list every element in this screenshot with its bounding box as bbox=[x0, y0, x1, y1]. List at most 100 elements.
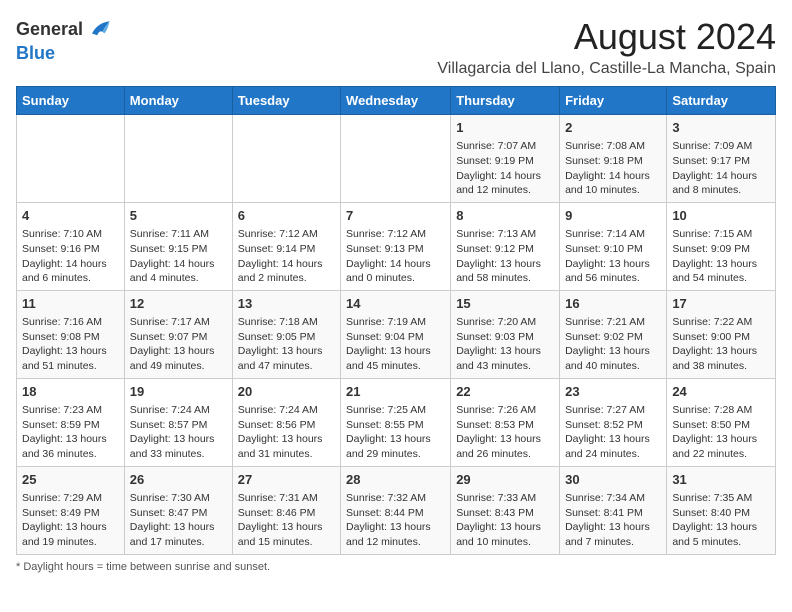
day-number: 20 bbox=[238, 383, 335, 401]
logo-bird-icon bbox=[85, 16, 113, 44]
day-number: 14 bbox=[346, 295, 445, 313]
day-info: Sunrise: 7:12 AM Sunset: 9:13 PM Dayligh… bbox=[346, 227, 445, 286]
calendar-cell bbox=[341, 115, 451, 203]
day-number: 30 bbox=[565, 471, 661, 489]
day-number: 31 bbox=[672, 471, 770, 489]
day-info: Sunrise: 7:12 AM Sunset: 9:14 PM Dayligh… bbox=[238, 227, 335, 286]
day-info: Sunrise: 7:26 AM Sunset: 8:53 PM Dayligh… bbox=[456, 403, 554, 462]
day-number: 12 bbox=[130, 295, 227, 313]
day-number: 23 bbox=[565, 383, 661, 401]
column-header-monday: Monday bbox=[124, 87, 232, 115]
calendar-cell: 8 Sunrise: 7:13 AM Sunset: 9:12 PM Daylig… bbox=[451, 202, 560, 290]
calendar-cell: 31 Sunrise: 7:35 AM Sunset: 8:40 PM Dayli… bbox=[667, 466, 776, 554]
calendar-cell: 14Sunrise: 7:19 AM Sunset: 9:04 PM Dayli… bbox=[341, 290, 451, 378]
day-number: 11 bbox=[22, 295, 119, 313]
day-info: Sunrise: 7:27 AM Sunset: 8:52 PM Dayligh… bbox=[565, 403, 661, 462]
week-row-3: 11 Sunrise: 7:16 AM Sunset: 9:08 PM Dayli… bbox=[17, 290, 776, 378]
day-info: Sunrise: 7:29 AM Sunset: 8:49 PM Dayligh… bbox=[22, 491, 119, 550]
calendar-cell: 2Sunrise: 7:08 AM Sunset: 9:18 PM Daylig… bbox=[560, 115, 667, 203]
day-number: 24 bbox=[672, 383, 770, 401]
calendar-cell: 5Sunrise: 7:11 AM Sunset: 9:15 PM Daylig… bbox=[124, 202, 232, 290]
column-header-sunday: Sunday bbox=[17, 87, 125, 115]
day-info: Sunrise: 7:33 AM Sunset: 8:43 PM Dayligh… bbox=[456, 491, 554, 550]
calendar-cell: 11 Sunrise: 7:16 AM Sunset: 9:08 PM Dayli… bbox=[17, 290, 125, 378]
day-number: 27 bbox=[238, 471, 335, 489]
calendar-cell: 4 Sunrise: 7:10 AM Sunset: 9:16 PM Daylig… bbox=[17, 202, 125, 290]
calendar-cell: 15Sunrise: 7:20 AM Sunset: 9:03 PM Dayli… bbox=[451, 290, 560, 378]
calendar-table: SundayMondayTuesdayWednesdayThursdayFrid… bbox=[16, 86, 776, 555]
day-number: 13 bbox=[238, 295, 335, 313]
week-row-5: 25Sunrise: 7:29 AM Sunset: 8:49 PM Dayli… bbox=[17, 466, 776, 554]
day-info: Sunrise: 7:28 AM Sunset: 8:50 PM Dayligh… bbox=[672, 403, 770, 462]
day-number: 10 bbox=[672, 207, 770, 225]
calendar-cell: 17 Sunrise: 7:22 AM Sunset: 9:00 PM Dayli… bbox=[667, 290, 776, 378]
day-info: Sunrise: 7:35 AM Sunset: 8:40 PM Dayligh… bbox=[672, 491, 770, 550]
column-header-friday: Friday bbox=[560, 87, 667, 115]
calendar-cell: 24 Sunrise: 7:28 AM Sunset: 8:50 PM Dayli… bbox=[667, 378, 776, 466]
day-info: Sunrise: 7:18 AM Sunset: 9:05 PM Dayligh… bbox=[238, 315, 335, 374]
logo-text-general: General bbox=[16, 20, 83, 40]
subtitle: Villagarcia del Llano, Castille-La Manch… bbox=[437, 60, 776, 78]
day-info: Sunrise: 7:21 AM Sunset: 9:02 PM Dayligh… bbox=[565, 315, 661, 374]
calendar-cell: 13 Sunrise: 7:18 AM Sunset: 9:05 PM Dayli… bbox=[232, 290, 340, 378]
title-area: August 2024 Villagarcia del Llano, Casti… bbox=[437, 16, 776, 78]
calendar-cell: 23 Sunrise: 7:27 AM Sunset: 8:52 PM Dayli… bbox=[560, 378, 667, 466]
page-header: General Blue August 2024 Villagarcia del… bbox=[16, 16, 776, 78]
calendar-cell bbox=[17, 115, 125, 203]
calendar-cell: 19 Sunrise: 7:24 AM Sunset: 8:57 PM Dayli… bbox=[124, 378, 232, 466]
day-info: Sunrise: 7:13 AM Sunset: 9:12 PM Dayligh… bbox=[456, 227, 554, 286]
week-row-4: 18Sunrise: 7:23 AM Sunset: 8:59 PM Dayli… bbox=[17, 378, 776, 466]
day-number: 19 bbox=[130, 383, 227, 401]
week-row-2: 4 Sunrise: 7:10 AM Sunset: 9:16 PM Daylig… bbox=[17, 202, 776, 290]
day-number: 17 bbox=[672, 295, 770, 313]
column-header-wednesday: Wednesday bbox=[341, 87, 451, 115]
footer-note: * Daylight hours = time between sunrise … bbox=[16, 561, 776, 573]
calendar-cell: 26 Sunrise: 7:30 AM Sunset: 8:47 PM Dayli… bbox=[124, 466, 232, 554]
day-info: Sunrise: 7:30 AM Sunset: 8:47 PM Dayligh… bbox=[130, 491, 227, 550]
day-info: Sunrise: 7:25 AM Sunset: 8:55 PM Dayligh… bbox=[346, 403, 445, 462]
calendar-cell: 20 Sunrise: 7:24 AM Sunset: 8:56 PM Dayli… bbox=[232, 378, 340, 466]
day-info: Sunrise: 7:14 AM Sunset: 9:10 PM Dayligh… bbox=[565, 227, 661, 286]
day-number: 15 bbox=[456, 295, 554, 313]
calendar-header-row: SundayMondayTuesdayWednesdayThursdayFrid… bbox=[17, 87, 776, 115]
logo: General Blue bbox=[16, 16, 113, 64]
day-number: 1 bbox=[456, 119, 554, 137]
daylight-label: Daylight hours bbox=[23, 561, 93, 573]
day-info: Sunrise: 7:24 AM Sunset: 8:56 PM Dayligh… bbox=[238, 403, 335, 462]
day-number: 26 bbox=[130, 471, 227, 489]
calendar-cell: 7 Sunrise: 7:12 AM Sunset: 9:13 PM Daylig… bbox=[341, 202, 451, 290]
calendar-cell: 21 Sunrise: 7:25 AM Sunset: 8:55 PM Dayli… bbox=[341, 378, 451, 466]
day-info: Sunrise: 7:32 AM Sunset: 8:44 PM Dayligh… bbox=[346, 491, 445, 550]
calendar-cell: 9Sunrise: 7:14 AM Sunset: 9:10 PM Daylig… bbox=[560, 202, 667, 290]
day-info: Sunrise: 7:11 AM Sunset: 9:15 PM Dayligh… bbox=[130, 227, 227, 286]
day-number: 22 bbox=[456, 383, 554, 401]
day-info: Sunrise: 7:08 AM Sunset: 9:18 PM Dayligh… bbox=[565, 139, 661, 198]
day-info: Sunrise: 7:34 AM Sunset: 8:41 PM Dayligh… bbox=[565, 491, 661, 550]
calendar-cell: 22 Sunrise: 7:26 AM Sunset: 8:53 PM Dayli… bbox=[451, 378, 560, 466]
column-header-saturday: Saturday bbox=[667, 87, 776, 115]
week-row-1: 1 Sunrise: 7:07 AM Sunset: 9:19 PM Daylig… bbox=[17, 115, 776, 203]
calendar-cell: 29Sunrise: 7:33 AM Sunset: 8:43 PM Dayli… bbox=[451, 466, 560, 554]
day-info: Sunrise: 7:07 AM Sunset: 9:19 PM Dayligh… bbox=[456, 139, 554, 198]
day-info: Sunrise: 7:16 AM Sunset: 9:08 PM Dayligh… bbox=[22, 315, 119, 374]
calendar-cell: 27 Sunrise: 7:31 AM Sunset: 8:46 PM Dayli… bbox=[232, 466, 340, 554]
day-number: 28 bbox=[346, 471, 445, 489]
day-info: Sunrise: 7:31 AM Sunset: 8:46 PM Dayligh… bbox=[238, 491, 335, 550]
day-info: Sunrise: 7:09 AM Sunset: 9:17 PM Dayligh… bbox=[672, 139, 770, 198]
day-number: 16 bbox=[565, 295, 661, 313]
day-number: 4 bbox=[22, 207, 119, 225]
day-info: Sunrise: 7:24 AM Sunset: 8:57 PM Dayligh… bbox=[130, 403, 227, 462]
day-number: 7 bbox=[346, 207, 445, 225]
day-number: 21 bbox=[346, 383, 445, 401]
calendar-cell: 18Sunrise: 7:23 AM Sunset: 8:59 PM Dayli… bbox=[17, 378, 125, 466]
calendar-cell: 6 Sunrise: 7:12 AM Sunset: 9:14 PM Daylig… bbox=[232, 202, 340, 290]
day-info: Sunrise: 7:10 AM Sunset: 9:16 PM Dayligh… bbox=[22, 227, 119, 286]
calendar-cell bbox=[124, 115, 232, 203]
day-number: 6 bbox=[238, 207, 335, 225]
day-info: Sunrise: 7:15 AM Sunset: 9:09 PM Dayligh… bbox=[672, 227, 770, 286]
calendar-cell bbox=[232, 115, 340, 203]
day-info: Sunrise: 7:23 AM Sunset: 8:59 PM Dayligh… bbox=[22, 403, 119, 462]
day-number: 8 bbox=[456, 207, 554, 225]
calendar-cell: 1 Sunrise: 7:07 AM Sunset: 9:19 PM Daylig… bbox=[451, 115, 560, 203]
day-info: Sunrise: 7:22 AM Sunset: 9:00 PM Dayligh… bbox=[672, 315, 770, 374]
